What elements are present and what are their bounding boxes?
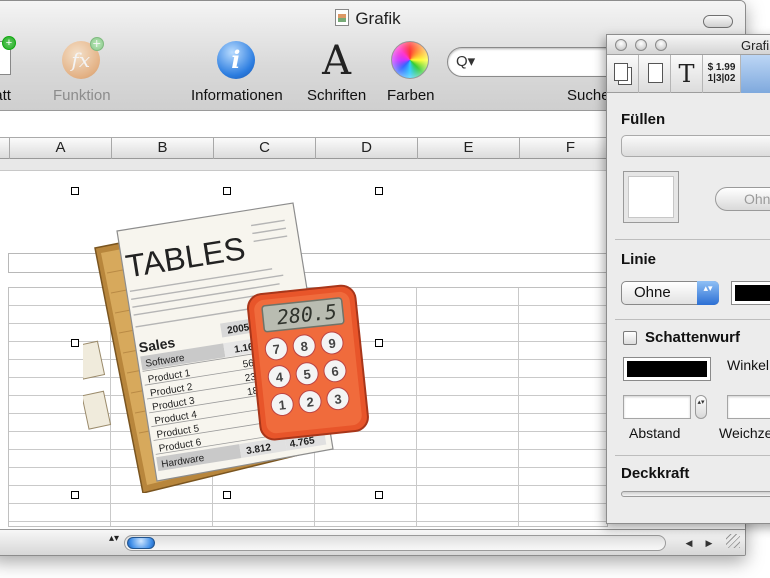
opacity-slider[interactable] [621, 491, 770, 497]
blur-field[interactable] [727, 395, 770, 419]
divider [615, 319, 770, 320]
scroll-right-arrow-icon[interactable]: ▶ [701, 535, 717, 551]
inspector-close-button[interactable] [615, 39, 627, 51]
inspector-tab-bar: T $ 1.99 1|3|02 [607, 55, 770, 93]
function-fx-icon: fx + [61, 37, 104, 79]
divider [615, 455, 770, 456]
inspector-minimize-button[interactable] [635, 39, 647, 51]
svg-text:1: 1 [278, 397, 287, 413]
tab-text[interactable]: T [671, 55, 703, 93]
horizontal-scrollbar[interactable] [124, 535, 666, 551]
toolbar-item-fonts[interactable]: A Schriften [307, 41, 366, 104]
toolbar-label-function: Funktion [53, 87, 111, 104]
window-title: Grafik [0, 9, 745, 29]
scroll-left-arrow-icon[interactable]: ◀ [681, 535, 697, 551]
document-proxy-icon[interactable] [335, 9, 350, 26]
resize-handle-bottom-right[interactable] [375, 491, 383, 499]
inspector-titlebar: Grafik [607, 35, 770, 55]
number-format-icon: $ 1.99 1|3|02 [707, 62, 736, 84]
toolbar-label-info: Informationen [191, 87, 283, 104]
divider [615, 239, 770, 240]
column-header-b[interactable]: B [111, 138, 213, 159]
horizontal-scroll-thumb[interactable] [127, 537, 155, 549]
blur-label: Weichze [719, 425, 770, 441]
svg-text:9: 9 [328, 336, 337, 352]
toolbar-label-sheet: sblatt [0, 87, 11, 104]
svg-text:2: 2 [306, 394, 315, 410]
text-icon: T [678, 60, 695, 88]
resize-handle-middle-left[interactable] [71, 339, 79, 347]
distance-stepper[interactable]: ▴▾ [695, 395, 707, 419]
toolbar-item-info[interactable]: i Informationen [191, 41, 283, 104]
info-icon: i [216, 41, 255, 79]
distance-label: Abstand [629, 425, 681, 441]
bottom-scroll-bar: ▴▾ ◀ ▶ [0, 529, 745, 555]
page-icon [648, 63, 663, 83]
zoom-stepper[interactable]: ▴▾ [109, 534, 119, 551]
svg-text:7: 7 [272, 341, 281, 357]
svg-text:5: 5 [303, 366, 312, 382]
shadow-checkbox[interactable] [623, 331, 637, 345]
colors-icon [390, 41, 429, 79]
line-section-label: Linie [621, 251, 657, 268]
column-header-a[interactable]: A [9, 138, 111, 159]
toolbar-item-function: fx + Funktion [53, 37, 111, 104]
line-style-select[interactable]: Ohne ▴▾ [621, 281, 719, 305]
column-header-e[interactable]: E [417, 138, 519, 159]
resize-handle-middle-right[interactable] [375, 339, 383, 347]
calculator: 280.5 7 8 9 4 5 6 1 2 3 [247, 284, 369, 441]
line-style-value: Ohne [634, 284, 671, 301]
column-header-d[interactable]: D [315, 138, 417, 159]
fill-color-well[interactable] [623, 171, 679, 223]
resize-handle-top-right[interactable] [375, 187, 383, 195]
fonts-icon: A [322, 38, 352, 84]
resize-handle-bottom-center[interactable] [223, 491, 231, 499]
angle-label: Winkel [727, 357, 770, 373]
window-title-text: Grafik [355, 9, 401, 28]
screen: Grafik + sblatt fx+ Funktion i Informati… [0, 0, 770, 578]
select-stepper-icon: ▴▾ [697, 281, 719, 305]
svg-text:8: 8 [300, 339, 309, 355]
fill-type-selector[interactable] [621, 135, 770, 157]
fill-section-label: Füllen [621, 111, 666, 128]
add-sheet-icon: + [0, 36, 16, 75]
fill-none-button[interactable]: Ohne [715, 187, 770, 211]
toolbar-item-colors[interactable]: Farben [387, 41, 435, 104]
opacity-section-label: Deckkraft [621, 465, 690, 482]
line-color-well[interactable] [731, 281, 770, 305]
tab-graphic[interactable] [741, 55, 770, 93]
inspector-zoom-button[interactable] [655, 39, 667, 51]
svg-text:6: 6 [331, 363, 340, 379]
tab-page[interactable] [639, 55, 671, 93]
resize-handle-top-center[interactable] [223, 187, 231, 195]
shadow-color-well[interactable] [623, 357, 711, 381]
resize-handle-top-left[interactable] [71, 187, 79, 195]
toolbar-toggle-button[interactable] [703, 15, 733, 28]
window-resize-grip[interactable] [726, 534, 740, 548]
tab-document[interactable] [607, 55, 639, 93]
search-label: Suche [567, 87, 610, 104]
shadow-label: Schattenwurf [645, 329, 741, 346]
distance-field[interactable] [623, 395, 691, 419]
documents-icon [614, 63, 628, 81]
toolbar-item-sheet[interactable]: + sblatt [0, 36, 16, 104]
inspector-title: Grafik [741, 38, 770, 53]
tables-calculator-graphic[interactable]: TABLES Sales 2005 Software 1.168 Product… [83, 193, 393, 493]
toolbar-label-fonts: Schriften [307, 87, 367, 104]
column-header-c[interactable]: C [213, 138, 315, 159]
tab-number-format[interactable]: $ 1.99 1|3|02 [703, 55, 741, 93]
calculator-keys: 7 8 9 4 5 6 1 2 3 [264, 331, 350, 417]
resize-handle-bottom-left[interactable] [71, 491, 79, 499]
row-header-corner [0, 138, 9, 159]
graphic-inspector-panel: Grafik T $ 1.991|3|02 Füllen Ohne Linie … [606, 34, 770, 524]
svg-text:3: 3 [334, 391, 343, 407]
toolbar-label-colors: Farben [387, 87, 435, 104]
search-icon[interactable]: Q▾ [456, 52, 475, 70]
